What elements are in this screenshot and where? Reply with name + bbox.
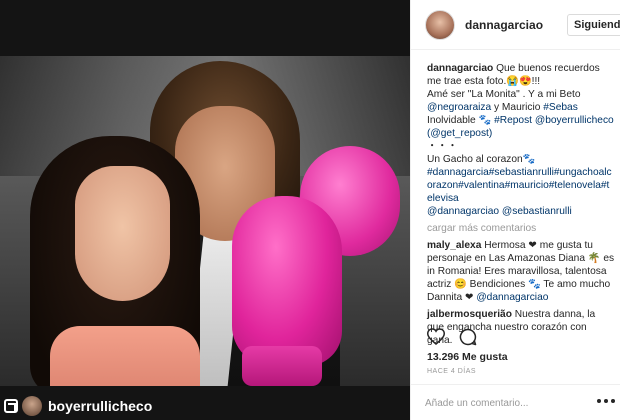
- caption-username[interactable]: dannagarciao: [427, 63, 493, 74]
- post-actions: [427, 328, 477, 348]
- mention-link[interactable]: @dannagarciao @sebastianrulli: [427, 206, 572, 217]
- comment-input[interactable]: [425, 394, 575, 412]
- caption: dannagarciao Que buenos recuerdos me tra…: [427, 62, 615, 218]
- comment-username[interactable]: maly_alexa: [427, 240, 481, 251]
- caption-text-3: y Mauricio: [491, 102, 544, 113]
- likes-count[interactable]: 13.296 Me gusta: [427, 351, 508, 363]
- comments-list: dannagarciao Que buenos recuerdos me tra…: [427, 62, 615, 351]
- repost-watermark: boyerrullicheco: [0, 392, 165, 420]
- hashtags-link[interactable]: #dannagarcia#sebastianrulli#ungachoalcor…: [427, 167, 612, 204]
- hashtag-link[interactable]: #Repost: [494, 115, 532, 126]
- add-comment-bar: [411, 384, 620, 420]
- post-photo[interactable]: [0, 56, 410, 386]
- hashtag-link[interactable]: #Sebas: [543, 102, 578, 113]
- load-more-comments-link[interactable]: cargar más comentarios: [427, 222, 615, 235]
- media-pane: boyerrullicheco: [0, 0, 410, 420]
- comment-username[interactable]: jalbermosquerião: [427, 309, 512, 320]
- post-sidebar: dannagarciao Siguiendo dannagarciao Que …: [410, 0, 620, 420]
- mention-link[interactable]: @dannagarciao: [476, 292, 548, 303]
- caption-text-4: Inolvidable 🐾: [427, 115, 495, 126]
- post-timestamp: HACE 4 DÍAS: [427, 368, 477, 375]
- repost-icon: [4, 399, 18, 413]
- avatar[interactable]: [425, 9, 455, 40]
- repost-avatar: [22, 396, 42, 416]
- post-header: dannagarciao Siguiendo: [411, 0, 620, 50]
- more-options-icon[interactable]: [597, 399, 615, 405]
- mention-link[interactable]: @boyerrullicheco: [535, 115, 614, 126]
- comment-item: maly_alexa Hermosa ❤ me gusta tu persona…: [427, 239, 615, 304]
- caption-dots: ・・・: [427, 141, 458, 152]
- caption-text-5: Un Gacho al corazon🐾: [427, 154, 536, 165]
- author-username[interactable]: dannagarciao: [465, 18, 543, 32]
- comment-icon[interactable]: [459, 328, 477, 348]
- heart-icon[interactable]: [427, 328, 445, 345]
- repost-username: boyerrullicheco: [48, 398, 153, 414]
- caption-text-2: Amé ser "La Monita" . Y a mi Beto: [427, 89, 581, 100]
- mention-link[interactable]: @negroaraiza: [427, 102, 491, 113]
- mention-link[interactable]: (@get_repost): [427, 128, 492, 139]
- following-button[interactable]: Siguiendo: [567, 14, 620, 36]
